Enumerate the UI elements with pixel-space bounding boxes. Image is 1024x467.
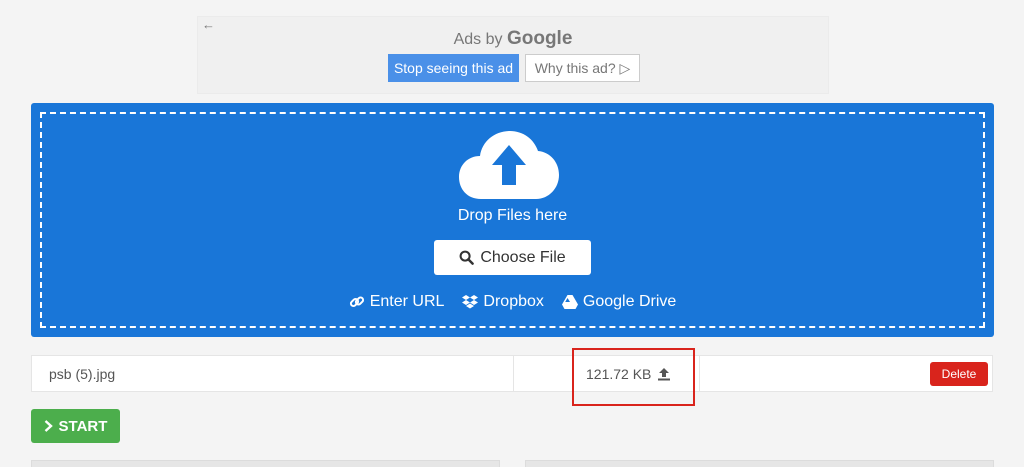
dropbox-link[interactable]: Dropbox: [462, 293, 544, 311]
cloud-upload-icon: [459, 131, 559, 199]
link-icon: [349, 296, 364, 308]
chevron-right-icon: [44, 420, 53, 432]
google-drive-label: Google Drive: [582, 293, 677, 310]
enter-url-label: Enter URL: [369, 293, 445, 310]
drop-files-label: Drop Files here: [457, 207, 568, 224]
start-label: START: [58, 417, 108, 435]
google-drive-link[interactable]: Google Drive: [561, 293, 677, 311]
options-panel-left: [31, 460, 500, 467]
upload-sources: Enter URL Dropbox Google Drive: [31, 293, 994, 311]
google-drive-icon: [561, 295, 578, 309]
stop-seeing-ad-button[interactable]: Stop seeing this ad: [388, 54, 519, 82]
delete-button[interactable]: Delete: [930, 362, 988, 386]
start-button[interactable]: START: [31, 409, 120, 443]
why-this-ad-label: Why this ad?: [534, 60, 616, 76]
dropbox-label: Dropbox: [483, 293, 544, 310]
ads-by-google: Ads by Google: [198, 28, 828, 50]
ads-by-label: Ads by: [453, 31, 503, 48]
options-panel-right: [525, 460, 994, 467]
column-divider: [513, 356, 514, 391]
why-this-ad-button[interactable]: Why this ad? ▷: [525, 54, 640, 82]
ad-banner: ← Ads by Google Stop seeing this ad Why …: [197, 16, 829, 94]
search-icon: [459, 250, 475, 265]
google-logo: Google: [506, 28, 573, 49]
choose-file-button[interactable]: Choose File: [434, 240, 591, 275]
adchoices-icon: ▷: [619, 60, 631, 76]
highlight-box: [572, 348, 695, 406]
file-name: psb (5).jpg: [49, 366, 116, 382]
upload-dropzone[interactable]: Drop Files here Choose File Enter URL Dr…: [31, 103, 994, 337]
dropbox-icon: [462, 294, 479, 308]
enter-url-link[interactable]: Enter URL: [349, 293, 445, 311]
choose-file-label: Choose File: [480, 248, 566, 266]
file-list-row: psb (5).jpg 121.72 KB Delete: [31, 355, 993, 392]
